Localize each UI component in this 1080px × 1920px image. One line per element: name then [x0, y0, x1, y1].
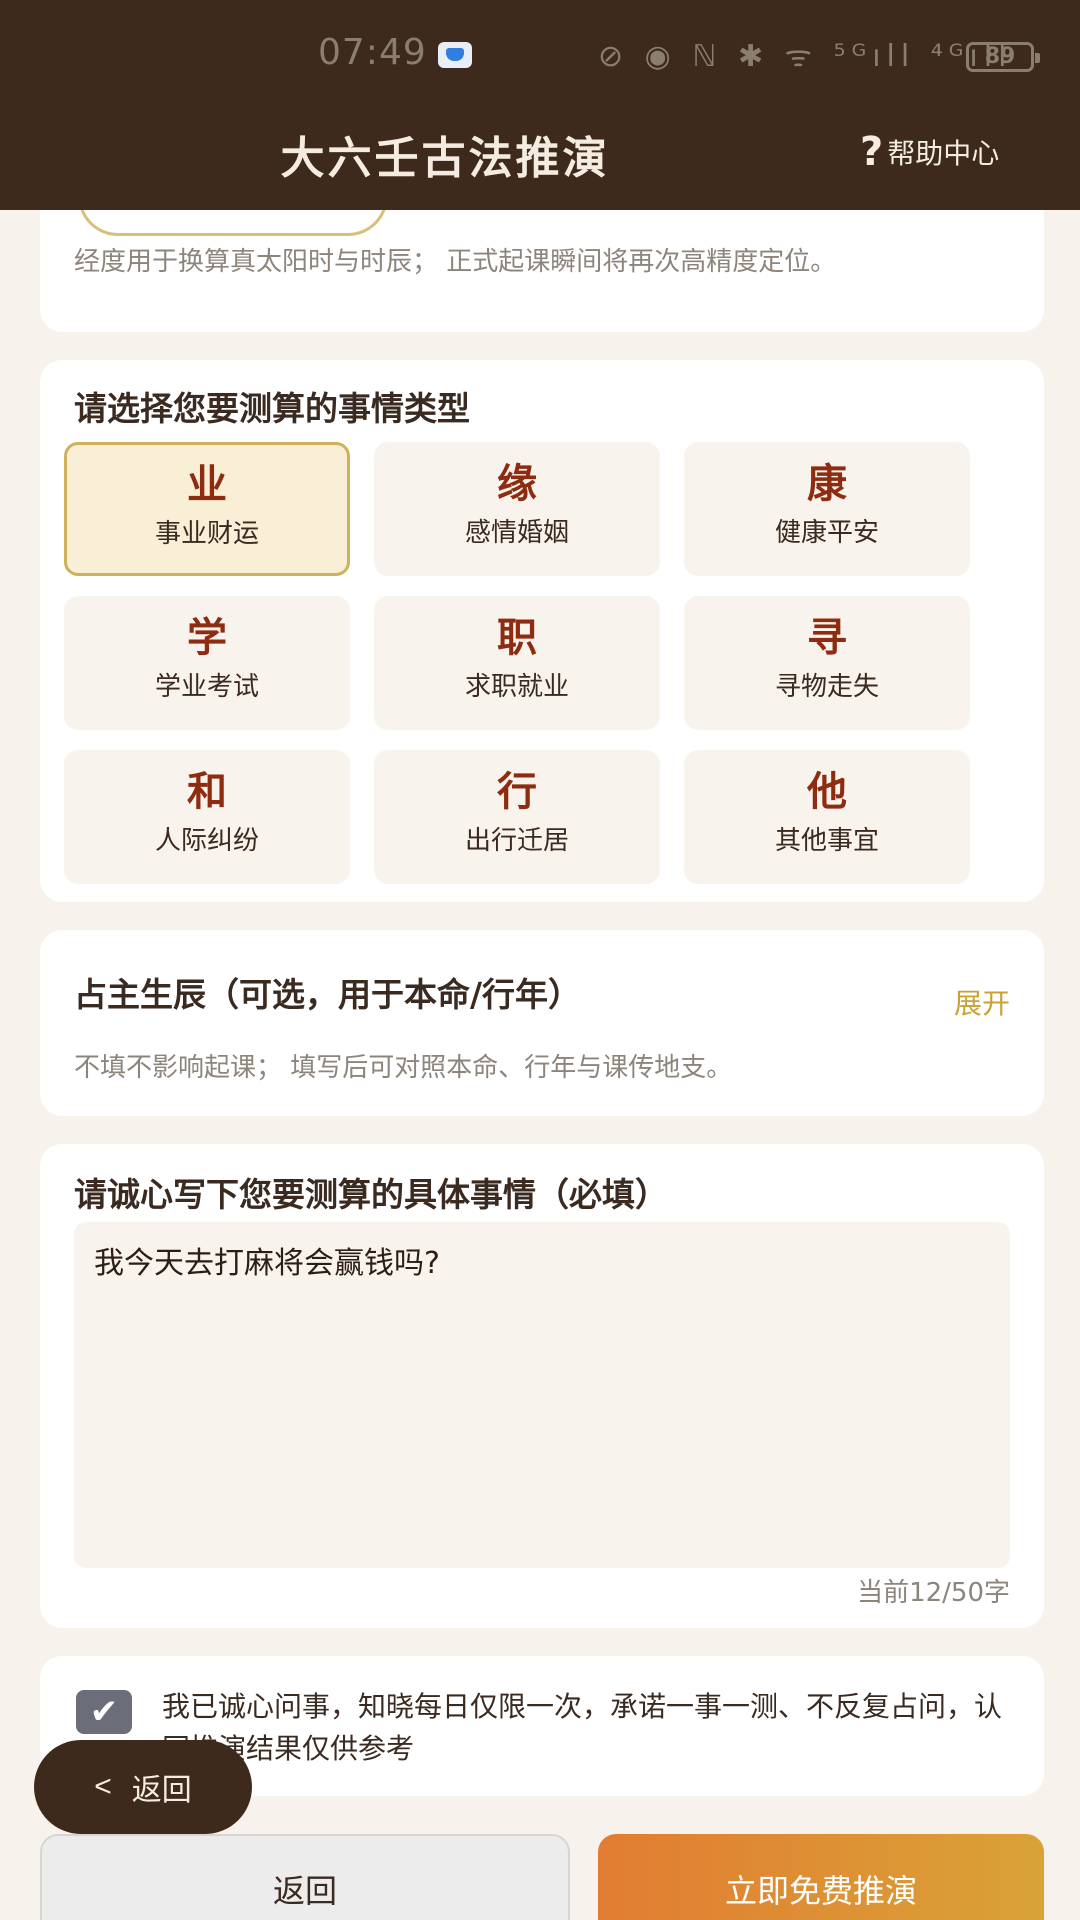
category-option[interactable]: 缘感情婚姻 — [374, 442, 660, 576]
check-icon: ✔ — [89, 1692, 119, 1732]
floating-back-label: 返回 — [131, 1774, 192, 1807]
category-card: 请选择您要测算的事情类型 业事业财运缘感情婚姻康健康平安学学业考试职求职就业寻寻… — [40, 360, 1044, 902]
category-label: 感情婚姻 — [464, 518, 569, 548]
category-label: 寻物走失 — [774, 672, 879, 702]
category-option[interactable]: 和人际纠纷 — [64, 750, 350, 884]
category-option[interactable]: 学学业考试 — [64, 596, 350, 730]
birth-card: 占主生辰（可选，用于本命/行年） 展开 不填不影响起课； 填写后可对照本命、行年… — [40, 930, 1044, 1116]
category-label: 求职就业 — [464, 672, 569, 702]
category-label: 出行迁居 — [464, 826, 569, 856]
agreement-checkbox[interactable]: ✔ — [76, 1690, 132, 1734]
birth-title: 占主生辰（可选，用于本命/行年） — [74, 975, 582, 1014]
category-option[interactable]: 行出行迁居 — [374, 750, 660, 884]
category-char: 缘 — [497, 461, 537, 507]
status-time: 07:49 — [318, 32, 427, 73]
category-char: 职 — [497, 615, 537, 661]
floating-back-button[interactable]: < 返回 — [34, 1740, 252, 1834]
question-title: 请诚心写下您要测算的具体事情（必填） — [74, 1175, 668, 1214]
category-label: 人际纠纷 — [154, 826, 259, 856]
agreement-text: 我已诚心问事，知晓每日仅限一次，承诺一事一测、不反复占问，认同推演结果仅供参考 — [162, 1690, 1003, 1765]
help-center-label: 帮助中心 — [887, 137, 1000, 170]
category-char: 业 — [187, 462, 227, 508]
question-input[interactable]: 我今天去打麻将会赢钱吗? — [74, 1222, 1010, 1568]
status-icons: ⊘ ◉ ℕ ✱ ᯤ ⁵ᴳıll ⁴ᴳıll — [598, 39, 1013, 74]
category-label: 事业财运 — [154, 519, 259, 549]
submit-button[interactable]: 立即免费推演 — [598, 1834, 1044, 1920]
battery-icon: 89 — [966, 42, 1040, 72]
category-option[interactable]: 他其他事宜 — [684, 750, 970, 884]
app-header: 07:49 ⊘ ◉ ℕ ✱ ᯤ ⁵ᴳıll ⁴ᴳıll 89 大六壬古法推演 ?… — [0, 0, 1080, 210]
category-option[interactable]: 业事业财运 — [64, 442, 350, 576]
category-title: 请选择您要测算的事情类型 — [74, 389, 470, 428]
category-char: 和 — [187, 769, 227, 815]
category-option[interactable]: 寻寻物走失 — [684, 596, 970, 730]
question-mark-icon: ? — [860, 129, 884, 175]
chevron-left-icon: < — [94, 1770, 112, 1803]
page-title: 大六壬古法推演 — [280, 133, 610, 184]
status-bar: 07:49 ⊘ ◉ ℕ ✱ ᯤ ⁵ᴳıll ⁴ᴳıll 89 — [0, 30, 1080, 80]
help-center-button[interactable]: ? 帮助中心 — [860, 132, 999, 172]
category-label: 健康平安 — [774, 518, 879, 548]
category-char: 行 — [497, 769, 537, 815]
char-counter: 当前12/50字 — [857, 1578, 1010, 1608]
category-char: 康 — [807, 461, 847, 507]
birth-hint: 不填不影响起课； 填写后可对照本命、行年与课传地支。 — [74, 1053, 733, 1083]
app-notification-icon — [438, 42, 472, 68]
category-label: 学业考试 — [154, 672, 259, 702]
category-option[interactable]: 职求职就业 — [374, 596, 660, 730]
category-option[interactable]: 康健康平安 — [684, 442, 970, 576]
category-label: 其他事宜 — [774, 826, 879, 856]
question-card: 请诚心写下您要测算的具体事情（必填） 我今天去打麻将会赢钱吗? 当前12/50字 — [40, 1144, 1044, 1628]
category-char: 他 — [807, 769, 847, 815]
expand-button[interactable]: 展开 — [954, 982, 1010, 1022]
back-button[interactable]: 返回 — [40, 1834, 570, 1920]
category-char: 寻 — [807, 615, 847, 661]
category-char: 学 — [187, 615, 227, 661]
longitude-hint: 经度用于换算真太阳时与时辰； 正式起课瞬间将再次高精度定位。 — [74, 247, 837, 277]
